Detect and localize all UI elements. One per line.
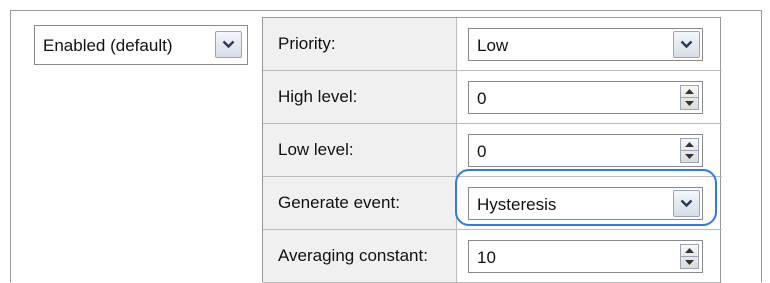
status-dropdown-button[interactable] xyxy=(215,31,242,58)
spin-down-button[interactable] xyxy=(681,98,698,109)
property-label-cell: Priority: xyxy=(263,18,457,70)
arrow-up-icon xyxy=(685,89,694,94)
property-grid: Priority: Low High level: 0 Low level: 0… xyxy=(262,17,722,283)
property-label-cell: Low level: xyxy=(263,124,457,176)
chevron-down-icon xyxy=(222,40,235,49)
generate-event-select[interactable]: Hysteresis xyxy=(468,187,703,220)
property-row-generate-event: Generate event: Hysteresis xyxy=(263,177,722,230)
settings-panel: Enabled (default) Priority: Low High lev… xyxy=(0,0,770,283)
generate-event-dropdown-button[interactable] xyxy=(673,190,700,217)
property-row-priority: Priority: Low xyxy=(263,18,722,71)
high-level-label: High level: xyxy=(278,87,358,106)
spin-up-button[interactable] xyxy=(681,245,698,257)
averaging-constant-input[interactable]: 10 xyxy=(468,240,703,273)
spin-up-button[interactable] xyxy=(681,139,698,151)
low-level-label: Low level: xyxy=(278,140,354,159)
property-label-cell: Generate event: xyxy=(263,177,457,229)
high-level-spinner xyxy=(680,85,699,110)
chevron-down-icon xyxy=(680,199,693,208)
arrow-down-icon xyxy=(685,154,694,159)
priority-select[interactable]: Low xyxy=(468,28,703,61)
low-level-spinner xyxy=(680,138,699,163)
chevron-down-icon xyxy=(680,40,693,49)
arrow-down-icon xyxy=(685,101,694,106)
arrow-up-icon xyxy=(685,248,694,253)
averaging-constant-spinner xyxy=(680,244,699,269)
generate-event-value: Hysteresis xyxy=(477,195,557,214)
property-label-cell: High level: xyxy=(263,71,457,123)
status-select-value: Enabled (default) xyxy=(43,36,173,55)
property-row-high-level: High level: 0 xyxy=(263,71,722,124)
low-level-input[interactable]: 0 xyxy=(468,134,703,167)
arrow-up-icon xyxy=(685,142,694,147)
high-level-value: 0 xyxy=(477,89,487,108)
averaging-constant-label: Averaging constant: xyxy=(278,246,428,265)
status-select[interactable]: Enabled (default) xyxy=(34,25,248,65)
averaging-constant-value: 10 xyxy=(477,248,496,267)
frame-right-border xyxy=(761,10,762,282)
arrow-down-icon xyxy=(685,260,694,265)
spin-down-button[interactable] xyxy=(681,257,698,268)
property-row-averaging-constant: Averaging constant: 10 xyxy=(263,230,722,283)
priority-label: Priority: xyxy=(278,34,336,53)
spin-up-button[interactable] xyxy=(681,86,698,98)
frame-left-border xyxy=(10,10,11,282)
priority-value: Low xyxy=(477,36,509,55)
property-label-cell: Averaging constant: xyxy=(263,230,457,282)
property-row-low-level: Low level: 0 xyxy=(263,124,722,177)
spin-down-button[interactable] xyxy=(681,151,698,162)
priority-dropdown-button[interactable] xyxy=(673,31,700,58)
high-level-input[interactable]: 0 xyxy=(468,81,703,114)
generate-event-label: Generate event: xyxy=(278,193,400,212)
frame-top-border xyxy=(10,10,762,11)
low-level-value: 0 xyxy=(477,142,487,161)
